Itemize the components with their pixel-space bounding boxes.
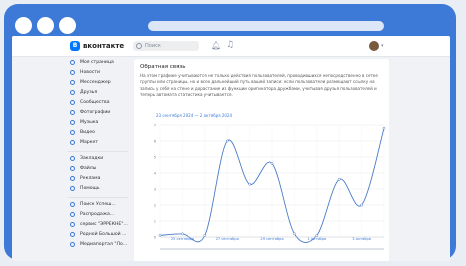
- data-point: [293, 232, 296, 236]
- photo-icon: [70, 110, 75, 115]
- help-icon: [70, 186, 75, 191]
- sidebar-item-communities[interactable]: Сообщества: [68, 99, 132, 108]
- communities-icon: [70, 100, 75, 105]
- sidebar-item-label: Помощь: [80, 186, 100, 191]
- vk-logo-icon[interactable]: В: [70, 41, 80, 51]
- sidebar-item-label: Маркет: [80, 140, 98, 145]
- sidebar-item-help[interactable]: Помощь: [68, 185, 132, 194]
- sidebar-item-group[interactable]: Распродажа...: [68, 211, 132, 220]
- x-tick-label: 27 сентября: [216, 237, 239, 241]
- y-tick-label: 5: [154, 156, 156, 160]
- sidebar-item-video[interactable]: Видео: [68, 129, 132, 138]
- data-point: [225, 139, 229, 143]
- message-icon: [70, 80, 75, 85]
- sidebar-item-ads[interactable]: Реклама: [68, 175, 132, 184]
- sidebar-item-label: Моя страница: [80, 60, 114, 65]
- y-tick-label: 3: [154, 188, 156, 192]
- x-tick-label: 25 сентября: [171, 237, 194, 241]
- window-control-dot[interactable]: [15, 17, 32, 34]
- search-icon: [136, 43, 142, 49]
- window-control-dot[interactable]: [37, 17, 54, 34]
- sidebar-item-files[interactable]: Файлы: [68, 165, 132, 174]
- x-tick-label: 1 октября: [307, 237, 326, 241]
- sidebar-item-group[interactable]: Поиск Успеш...: [68, 201, 132, 210]
- search-placeholder: Поиск: [145, 43, 161, 49]
- data-point: [248, 182, 251, 186]
- avatar[interactable]: [369, 41, 379, 51]
- market-icon: [70, 140, 75, 145]
- sidebar-item-group[interactable]: Медиапортал "Ло...: [68, 241, 132, 250]
- sidebar-item-label: Друзья: [80, 90, 98, 95]
- y-tick-label: 0: [154, 236, 157, 240]
- window-control-dot[interactable]: [59, 17, 76, 34]
- sidebar-item-label: сервис "ЭРРЕКНЕ"...: [80, 222, 128, 227]
- sidebar-item-bookmarks[interactable]: Закладки: [68, 155, 132, 164]
- sidebar-item-music[interactable]: Музыка: [68, 119, 132, 128]
- section-title: Обратная связь: [140, 64, 186, 70]
- y-tick-label: 7: [154, 124, 156, 128]
- group-icon: [70, 242, 75, 247]
- sidebar-item-label: Фотографии: [80, 110, 111, 115]
- data-point: [360, 203, 363, 207]
- stats-card: Обратная связь На этом графике учитывают…: [134, 59, 389, 261]
- music-icon: [70, 120, 75, 125]
- data-point: [270, 162, 274, 165]
- file-icon: [70, 166, 75, 171]
- y-tick-label: 4: [154, 172, 157, 176]
- sidebar-item-my-page[interactable]: Моя страница: [68, 59, 132, 68]
- sidebar-item-label: Закладки: [80, 156, 104, 161]
- data-point: [203, 234, 207, 237]
- vk-header: В вконтакте Поиск 🔔︎ ♫ ▾: [12, 36, 450, 57]
- sidebar-divider: [68, 151, 128, 152]
- sidebar-item-label: Реклама: [80, 176, 101, 181]
- group-icon: [70, 212, 75, 217]
- sidebar-item-label: Мессенджер: [80, 80, 111, 85]
- group-icon: [70, 222, 75, 227]
- sidebar-item-market[interactable]: Маркет: [68, 139, 132, 148]
- notifications-bell-icon[interactable]: 🔔︎: [211, 41, 221, 51]
- sidebar-item-group[interactable]: сервис "ЭРРЕКНЕ"...: [68, 221, 132, 230]
- browser-viewport: В вконтакте Поиск 🔔︎ ♫ ▾ Моя страница Но…: [12, 36, 450, 261]
- data-point: [337, 178, 341, 181]
- sidebar-item-label: Медиапортал "Ло...: [80, 242, 128, 247]
- y-tick-label: 1: [154, 220, 156, 224]
- sidebar-item-label: Поиск Успеш...: [80, 202, 116, 207]
- sidebar-item-group[interactable]: Родной Большой ...: [68, 231, 132, 240]
- news-icon: [70, 70, 75, 75]
- address-bar[interactable]: [148, 21, 384, 31]
- data-point: [382, 126, 386, 130]
- sidebar-divider: [68, 197, 128, 198]
- sidebar-item-news[interactable]: Новости: [68, 69, 132, 78]
- screenshot-shell: В вконтакте Поиск 🔔︎ ♫ ▾ Моя страница Но…: [0, 0, 466, 266]
- friends-icon: [70, 90, 75, 95]
- bookmark-icon: [70, 156, 75, 161]
- user-icon: [70, 60, 75, 65]
- y-tick-label: 6: [154, 140, 157, 144]
- sidebar-item-label: Родной Большой ...: [80, 232, 127, 237]
- sidebar-item-friends[interactable]: Друзья: [68, 89, 132, 98]
- data-point: [181, 232, 184, 236]
- section-description: На этом графике учитываются не только де…: [140, 73, 378, 98]
- search-input[interactable]: Поиск: [133, 41, 199, 51]
- sidebar-item-label: Новости: [80, 70, 100, 75]
- sidebar-item-label: Распродажа...: [80, 212, 115, 217]
- group-icon: [70, 232, 75, 237]
- sidebar-item-label: Файлы: [80, 166, 97, 171]
- ads-icon: [70, 176, 75, 181]
- feedback-line-chart: 0 1 2 3 4 5 6 7 25 сентября 27 сентября 29 сентябр…: [154, 124, 386, 250]
- x-tick-label: 29 сентября: [260, 237, 283, 241]
- music-note-icon[interactable]: ♫: [226, 40, 234, 51]
- video-icon: [70, 130, 75, 135]
- x-tick-label: 3 октября: [352, 237, 371, 241]
- sidebar-item-label: Музыка: [80, 120, 99, 125]
- y-tick-label: 2: [154, 204, 156, 208]
- sidebar-item-photos[interactable]: Фотографии: [68, 109, 132, 118]
- data-point: [158, 234, 162, 237]
- chevron-down-icon[interactable]: ▾: [381, 42, 384, 50]
- group-icon: [70, 202, 75, 207]
- site-name[interactable]: вконтакте: [83, 41, 124, 51]
- sidebar-item-label: Видео: [80, 130, 95, 135]
- sidebar-item-messenger[interactable]: Мессенджер: [68, 79, 132, 88]
- sidebar-item-label: Сообщества: [80, 100, 110, 105]
